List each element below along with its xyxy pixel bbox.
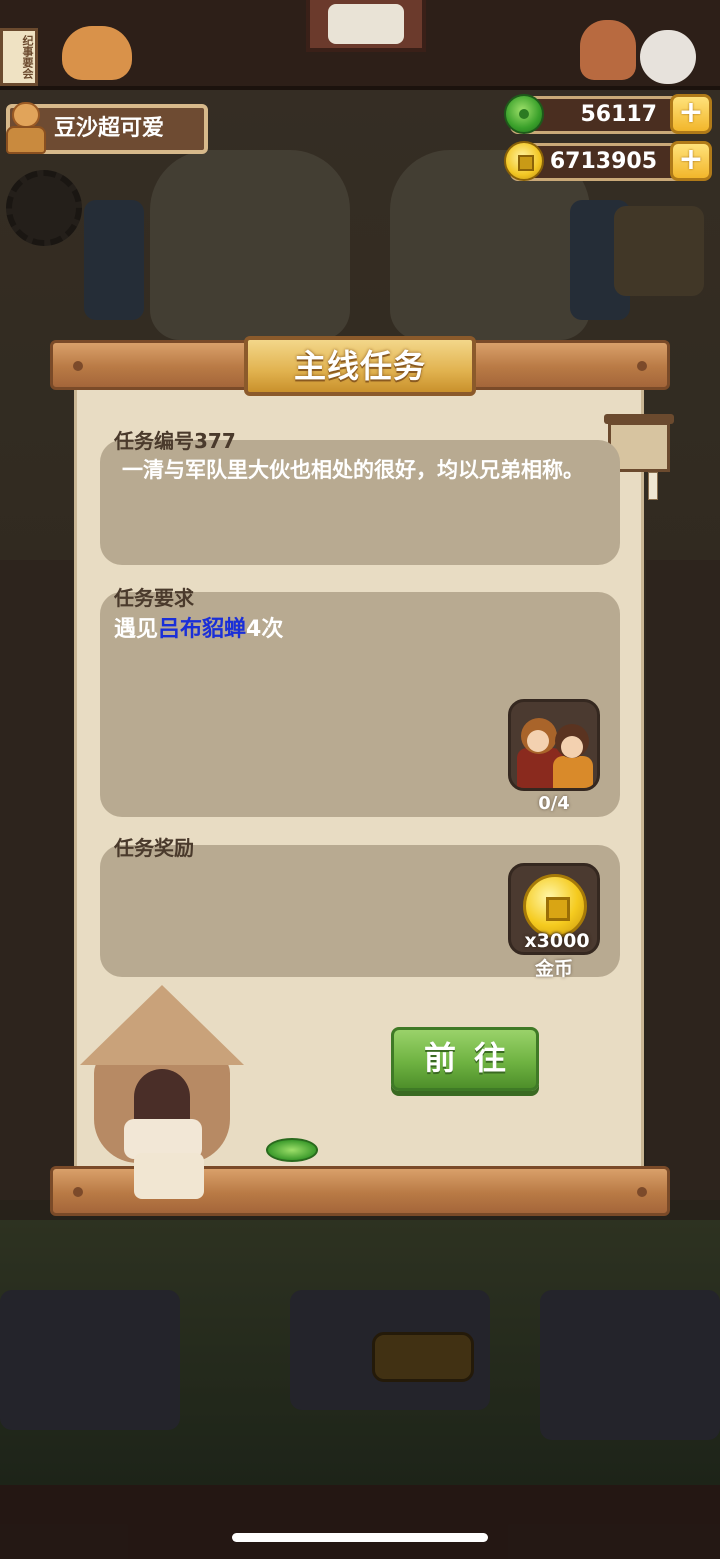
- add-jade-button[interactable]: +: [670, 94, 712, 134]
- requirement-prefix: 遇见: [114, 617, 159, 642]
- character-decoration: [580, 20, 636, 80]
- straw-hat-mascot: [76, 985, 266, 1211]
- requirement-progress: 0/4: [538, 793, 570, 814]
- go-button[interactable]: 前往: [391, 1027, 539, 1091]
- quest-title: 主线任务: [244, 336, 476, 396]
- requirement-suffix: 4次: [246, 617, 284, 642]
- jade-icon: [504, 94, 544, 134]
- reward-label: 任务奖励: [114, 836, 194, 860]
- cat-decoration: [62, 26, 132, 80]
- player-avatar[interactable]: [4, 100, 48, 156]
- gold-amount: 6713905: [549, 149, 657, 174]
- reward-quantity: x3000: [524, 930, 590, 952]
- quest-description: 一清与军队里大伙也相处的很好，均以兄弟相称。: [122, 458, 584, 482]
- add-gold-button[interactable]: +: [670, 141, 712, 181]
- home-indicator[interactable]: [232, 1533, 488, 1542]
- requirement-label: 任务要求: [114, 586, 194, 610]
- gold-coin-icon: [523, 874, 587, 938]
- reward-name: 金币: [534, 958, 573, 980]
- requirement-target: 吕布貂蝉: [158, 617, 247, 642]
- cat-mask-decoration: [640, 30, 696, 84]
- gold-coin-icon: [504, 141, 544, 181]
- jade-amount: 56117: [580, 102, 657, 127]
- top-sign: 纪事要会: [0, 28, 38, 86]
- top-portrait-frame: [306, 0, 426, 52]
- reward-item-slot[interactable]: x3000: [508, 863, 600, 955]
- player-name: 豆沙超可爱: [54, 116, 165, 141]
- requirement-text: 遇见吕布貂蝉4次: [114, 611, 283, 643]
- quest-id-label: 任务编号377: [114, 429, 236, 453]
- jade-token-icon: [266, 1138, 318, 1162]
- hero-portrait-slot[interactable]: [508, 699, 600, 791]
